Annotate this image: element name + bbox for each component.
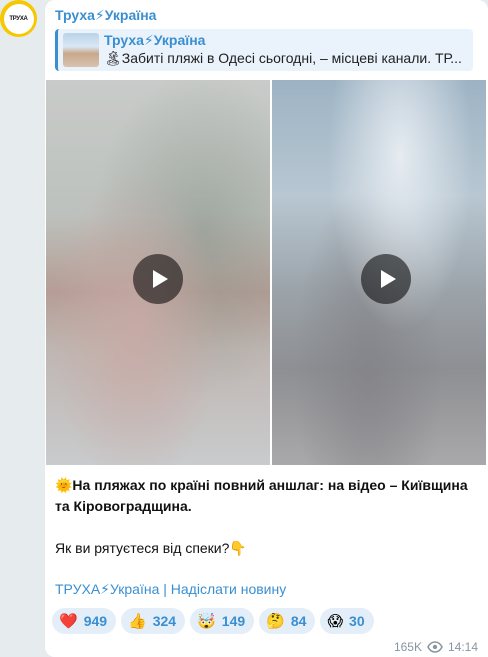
view-count: 165K — [393, 640, 422, 654]
channel-name[interactable]: Труха⚡Україна — [55, 7, 156, 24]
reaction-thumbs-up[interactable]: 👍 324 — [121, 608, 186, 634]
channel-avatar[interactable]: ТРУХА — [0, 0, 37, 37]
message-bubble: Труха⚡Україна Труха⚡Україна 🏝Забиті пляж… — [45, 0, 488, 657]
reactions-bar: ❤️ 949 👍 324 🤯 149 🤔 84 😱 30 — [52, 608, 374, 634]
reply-title: Труха⚡Україна — [104, 32, 206, 48]
video-thumbnail-2[interactable] — [272, 80, 486, 465]
reaction-count: 949 — [83, 613, 108, 629]
message-text: 🌞На пляжах по країні повний аншлаг: на в… — [55, 475, 480, 559]
reaction-scream[interactable]: 😱 30 — [320, 608, 374, 634]
reaction-mind-blown[interactable]: 🤯 149 — [190, 608, 255, 634]
channel-footer-link[interactable]: ТРУХА⚡Україна | Надіслати новину — [55, 581, 286, 598]
reaction-heart[interactable]: ❤️ 949 — [52, 608, 117, 634]
reply-thumbnail — [63, 33, 99, 67]
play-button[interactable] — [133, 254, 183, 304]
message-time: 14:14 — [447, 640, 478, 654]
avatar-logo: ТРУХА — [3, 3, 34, 34]
reply-text: 🏝Забиті пляжі в Одесі сьогодні, – місцев… — [104, 50, 462, 66]
reaction-count: 324 — [152, 613, 177, 629]
thumbs-up-emoji-icon: 👍 — [128, 612, 147, 630]
thinking-emoji-icon: 🤔 — [266, 612, 285, 630]
play-icon — [152, 270, 168, 288]
scream-emoji-icon: 😱 — [327, 612, 344, 630]
reaction-count: 84 — [290, 613, 307, 629]
caption-headline: 🌞На пляжах по країні повний аншлаг: на в… — [55, 477, 468, 514]
play-button[interactable] — [361, 254, 411, 304]
eye-icon — [427, 641, 443, 653]
reaction-count: 30 — [349, 613, 365, 629]
video-thumbnail-1[interactable] — [46, 80, 270, 465]
reaction-thinking[interactable]: 🤔 84 — [259, 608, 316, 634]
message-meta: 165K 14:14 — [394, 640, 478, 654]
play-icon — [380, 270, 396, 288]
reaction-count: 149 — [221, 613, 246, 629]
media-album — [46, 80, 486, 465]
heart-emoji-icon: ❤️ — [59, 612, 78, 630]
caption-question: Як ви рятуєтеся від спеки?👇 — [55, 540, 247, 556]
reply-preview[interactable]: Труха⚡Україна 🏝Забиті пляжі в Одесі сьог… — [55, 29, 473, 71]
mind-blown-emoji-icon: 🤯 — [197, 612, 216, 630]
